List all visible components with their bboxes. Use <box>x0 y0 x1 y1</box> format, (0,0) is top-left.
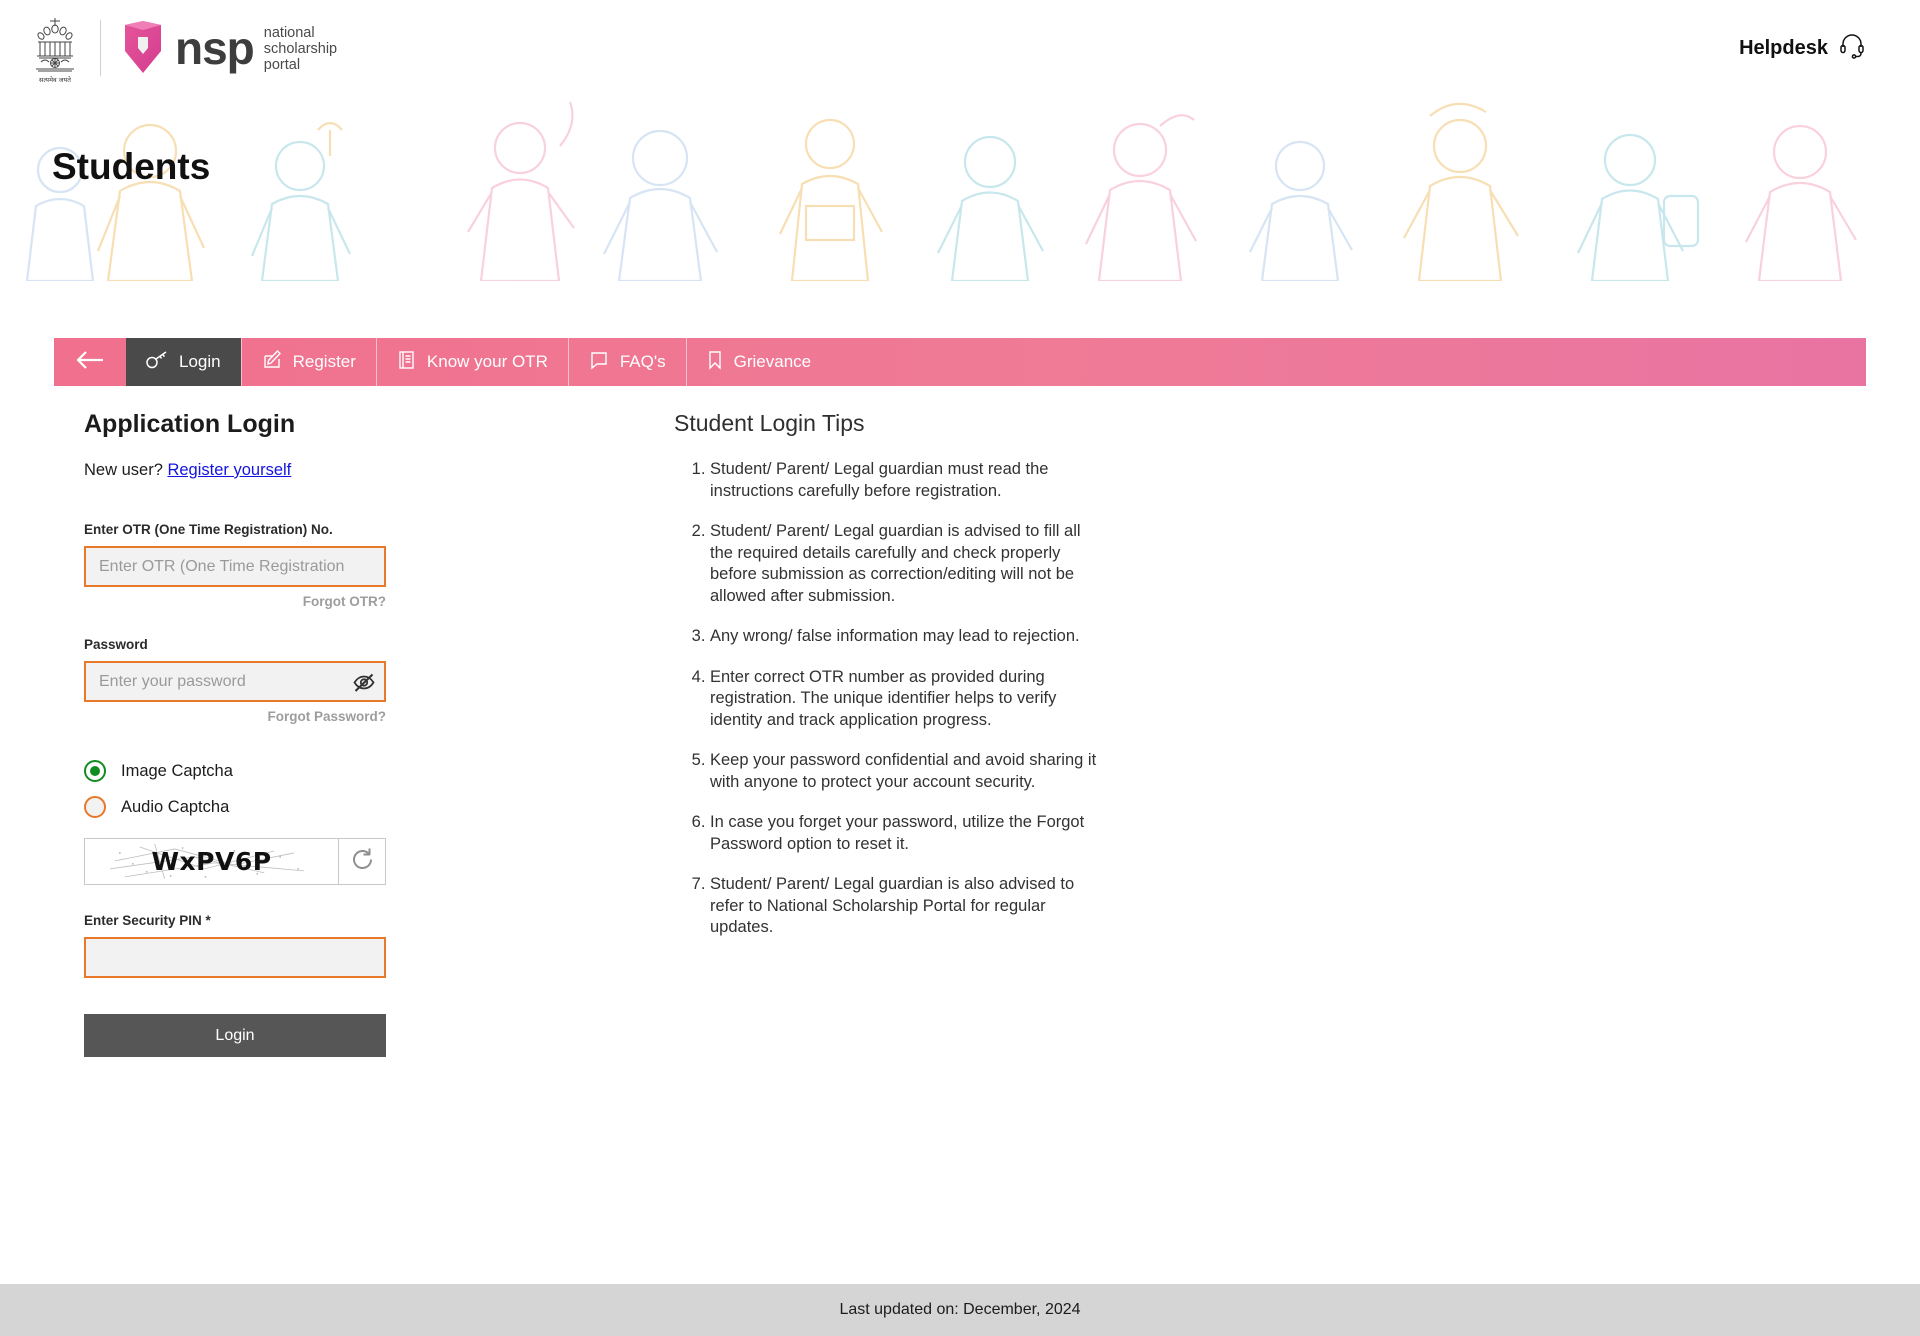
page-root: सत्यमेव जयते nsp national scholarship po… <box>0 0 1920 1336</box>
nav-item-know-your-otr[interactable]: Know your OTR <box>375 338 568 386</box>
tips-panel: Student Login Tips Student/ Parent/ Lega… <box>674 410 1866 1057</box>
chat-bubble-icon <box>589 350 609 375</box>
tips-list: Student/ Parent/ Legal guardian must rea… <box>674 459 1104 939</box>
nav-label-register: Register <box>292 352 356 371</box>
captcha-text: WxPV6P <box>151 847 272 876</box>
captcha-image: WxPV6P <box>85 839 338 884</box>
register-yourself-link[interactable]: Register yourself <box>167 461 291 479</box>
captcha-row: WxPV6P <box>84 838 386 885</box>
list-item: Student/ Parent/ Legal guardian must rea… <box>710 459 1104 502</box>
forgot-otr-link[interactable]: Forgot OTR? <box>84 594 386 609</box>
nsp-subtitle: national scholarship portal <box>264 23 337 73</box>
radio-audio-captcha[interactable] <box>84 796 106 818</box>
security-pin-input[interactable] <box>84 937 386 978</box>
nav-label-grievance: Grievance <box>733 352 812 371</box>
india-emblem-icon: सत्यमेव जयते <box>28 12 82 84</box>
list-item: In case you forget your password, utiliz… <box>710 812 1104 855</box>
radio-image-captcha[interactable] <box>84 760 106 782</box>
headset-icon <box>1838 31 1866 65</box>
page-title: Students <box>52 146 211 187</box>
new-user-row: New user? Register yourself <box>84 461 674 480</box>
list-item: Student/ Parent/ Legal guardian is advis… <box>710 521 1104 607</box>
login-button[interactable]: Login <box>84 1014 386 1057</box>
captcha-refresh-button[interactable] <box>338 839 385 884</box>
login-panel: Application Login New user? Register you… <box>54 410 674 1057</box>
nav-item-faqs[interactable]: FAQ's <box>567 338 686 386</box>
list-item: Keep your password confidential and avoi… <box>710 750 1104 793</box>
key-icon <box>146 350 168 374</box>
brand-lockup: सत्यमेव जयते nsp national scholarship po… <box>28 12 337 84</box>
password-visibility-toggle[interactable] <box>352 670 376 694</box>
password-input-wrap <box>84 661 386 702</box>
top-header: सत्यमेव जयते nsp national scholarship po… <box>0 0 1920 96</box>
main-content: Application Login New user? Register you… <box>0 410 1920 1057</box>
nsp-wordmark: nsp <box>175 22 255 74</box>
captcha-option-audio[interactable]: Audio Captcha <box>84 796 674 818</box>
nsp-subtitle-line-3: portal <box>263 57 301 73</box>
password-label: Password <box>84 637 148 652</box>
document-icon <box>397 350 416 375</box>
captcha-option-image-label: Image Captcha <box>121 761 233 780</box>
page-footer: Last updated on: December, 2024 <box>0 1284 1920 1336</box>
new-user-text: New user? <box>84 461 163 479</box>
eye-slash-icon <box>352 673 376 697</box>
nav-item-login[interactable]: Login <box>126 338 241 386</box>
captcha-option-image[interactable]: Image Captcha <box>84 760 674 782</box>
nav-label-login: Login <box>179 352 221 371</box>
login-heading: Application Login <box>84 410 296 438</box>
nav-item-grievance[interactable]: Grievance <box>685 338 831 386</box>
list-item: Any wrong/ false information may lead to… <box>710 626 1104 648</box>
back-button[interactable] <box>54 338 126 386</box>
list-item: Enter correct OTR number as provided dur… <box>710 667 1104 732</box>
brand-divider <box>100 20 101 76</box>
arrow-left-icon <box>75 349 105 376</box>
helpdesk-button[interactable]: Helpdesk <box>1739 31 1866 65</box>
nsp-shield-icon <box>125 21 161 73</box>
banner-illustration <box>25 101 1857 281</box>
bookmark-icon <box>707 350 723 375</box>
forgot-password-link[interactable]: Forgot Password? <box>84 709 386 724</box>
security-pin-label: Enter Security PIN * <box>84 913 211 928</box>
emblem-caption: सत्यमेव जयते <box>39 76 71 84</box>
nav-label-faqs: FAQ's <box>619 352 666 371</box>
helpdesk-label: Helpdesk <box>1739 36 1828 59</box>
refresh-icon <box>350 847 375 877</box>
nav-label-know-your-otr: Know your OTR <box>426 352 548 371</box>
nsp-subtitle-line-1: national <box>263 25 315 41</box>
otr-label: Enter OTR (One Time Registration) No. <box>84 522 333 537</box>
otr-input-wrap <box>84 546 386 587</box>
nav-item-register[interactable]: Register <box>240 338 376 386</box>
pencil-square-icon <box>262 349 282 375</box>
password-input[interactable] <box>84 661 386 702</box>
captcha-option-audio-label: Audio Captcha <box>121 797 230 816</box>
tips-heading: Student Login Tips <box>674 410 865 436</box>
list-item: Student/ Parent/ Legal guardian is also … <box>710 874 1104 939</box>
nsp-logo: nsp national scholarship portal <box>121 21 337 75</box>
primary-nav: Login Register Know your OTR FAQ's Griev… <box>54 338 1866 386</box>
students-banner: Students <box>0 96 1920 281</box>
otr-input[interactable] <box>84 546 386 587</box>
last-updated-text: Last updated on: December, 2024 <box>839 1301 1081 1318</box>
nsp-subtitle-line-2: scholarship <box>263 41 338 57</box>
